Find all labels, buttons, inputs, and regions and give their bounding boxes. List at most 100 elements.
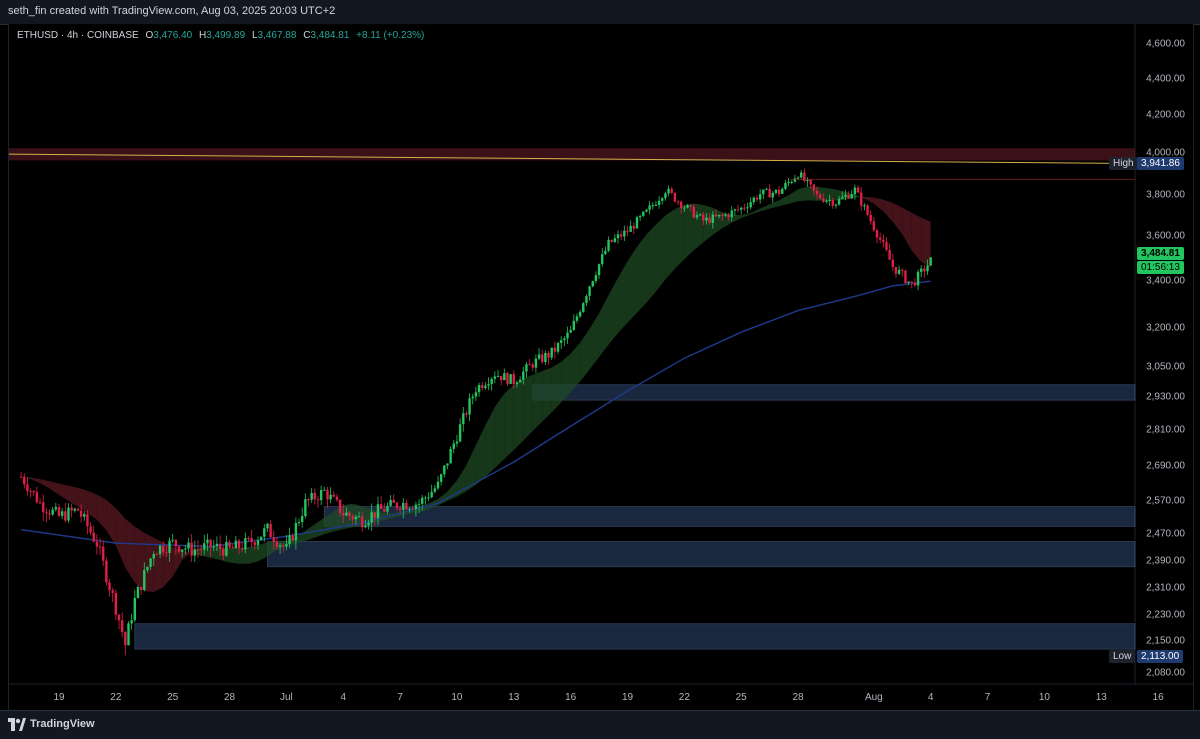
candle-body [556, 343, 560, 352]
candle-body [165, 552, 168, 554]
chart-area[interactable]: 2,080.00 2,150.00 2,230.00 2,310.00 2,390.00… [8, 24, 1194, 710]
candle-body [405, 502, 408, 510]
candle-body [263, 528, 266, 537]
candle-body [430, 491, 433, 498]
y-tick-label: 2,570.00 [1146, 496, 1185, 507]
candle-body [711, 214, 714, 223]
candle-body [177, 546, 181, 552]
trend-cloud-segment [77, 487, 88, 514]
tradingview-logo-icon[interactable] [8, 718, 26, 731]
price-chart[interactable]: 2,080.00 2,150.00 2,230.00 2,310.00 2,390.00… [9, 24, 1193, 710]
trend-cloud-segment [125, 518, 135, 583]
y-tick-label: 2,080.00 [1146, 668, 1185, 679]
trend-cloud-segment [172, 546, 183, 577]
candle-body [389, 499, 392, 506]
candle-body [443, 465, 446, 475]
candle-body [518, 379, 522, 383]
candle-body [48, 513, 51, 515]
candle-body [591, 281, 594, 287]
candle-body [89, 526, 92, 533]
candle-body [740, 207, 743, 210]
candle-body [98, 546, 102, 548]
y-tick-label: 2,230.00 [1146, 610, 1185, 621]
trend-cloud-segment [314, 517, 325, 538]
candle-body [528, 364, 531, 366]
candle-body [755, 197, 759, 200]
legend-high: 3,499.89 [206, 30, 246, 41]
candle-body [800, 172, 803, 178]
candle-body [288, 535, 291, 544]
trend-cloud-segment [523, 374, 533, 441]
x-tick-label: 28 [224, 692, 236, 703]
candle-body [222, 549, 225, 556]
candle-body [38, 502, 42, 504]
candle-body [860, 192, 863, 206]
candle-body [866, 205, 869, 215]
candle-body [307, 499, 310, 501]
trend-cloud-segment [134, 526, 145, 591]
candle-body [19, 476, 23, 478]
candle-body [29, 490, 32, 492]
candle-body [348, 512, 351, 516]
low-tag-value: 2,113.00 [1137, 649, 1184, 663]
candle-body [654, 204, 658, 206]
trend-cloud-segment [911, 212, 922, 262]
candle-body [825, 200, 828, 202]
footer-brand[interactable]: TradingView [30, 718, 95, 730]
high-tag-label: High [1109, 157, 1138, 171]
candle-body [402, 502, 405, 510]
legend-open: 3,476.40 [153, 30, 193, 41]
candle-body [856, 187, 860, 193]
candle-body [907, 281, 910, 283]
bar-countdown-tag: 01:56:13 [1137, 260, 1184, 274]
candle-body [875, 230, 879, 238]
candle-body [651, 205, 654, 207]
candle-body [509, 374, 512, 384]
x-tick-label: 28 [792, 692, 804, 703]
trend-cloud-segment [466, 445, 476, 492]
trend-cloud-segment [494, 393, 505, 469]
x-tick-label: 4 [928, 692, 934, 703]
candle-body [749, 202, 752, 208]
candle-body [547, 352, 550, 358]
candle-body [468, 398, 471, 415]
candle-body [806, 179, 809, 181]
y-tick-label: 2,810.00 [1146, 425, 1185, 436]
candle-body [272, 537, 275, 543]
candle-body [929, 257, 932, 266]
candle-body [300, 516, 304, 523]
candle-body [771, 192, 774, 198]
candle-body [916, 271, 920, 286]
trend-cloud-segment [750, 208, 761, 215]
legend-change: +8.11 (+0.23%) [356, 30, 425, 41]
candle-body [42, 502, 45, 513]
trend-cloud-segment [873, 197, 884, 212]
candle-body [329, 494, 332, 500]
candle-body [297, 522, 301, 524]
candle-body [537, 354, 541, 359]
candle-body [496, 375, 500, 377]
trend-cloud-segment [485, 407, 495, 477]
candle-body [920, 268, 923, 272]
candle-body [683, 207, 686, 209]
candle-body [499, 375, 503, 381]
candle-body [424, 497, 427, 499]
trend-cloud-segment [580, 328, 590, 382]
candle-body [398, 508, 402, 510]
x-tick-label: 19 [53, 692, 65, 703]
candle-body [45, 512, 48, 514]
candle-body [146, 566, 149, 571]
candle-body [721, 214, 724, 216]
x-tick-label: 19 [622, 692, 634, 703]
y-tick-label: 4,600.00 [1146, 39, 1185, 50]
y-tick-label: 2,150.00 [1146, 636, 1185, 647]
candle-body [95, 541, 99, 547]
candle-body [379, 504, 383, 509]
candle-body [487, 384, 490, 386]
candle-body [60, 511, 64, 516]
candle-body [784, 183, 787, 189]
trend-cloud-segment [712, 207, 723, 235]
trend-cloud-segment [248, 545, 258, 564]
trend-cloud-segment [87, 490, 97, 520]
low-tag-label: Low [1109, 649, 1136, 663]
